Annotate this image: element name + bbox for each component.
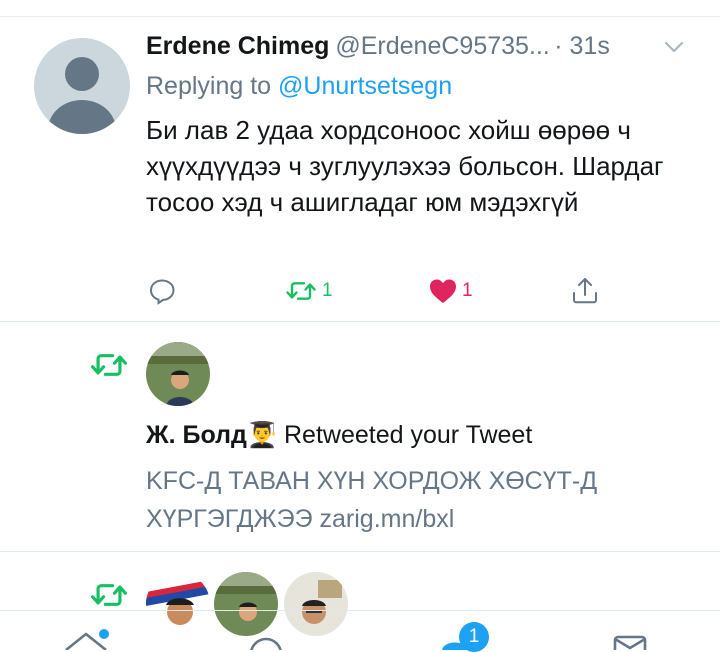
notification-divider xyxy=(0,551,720,552)
retweet-icon xyxy=(286,282,316,300)
retweeter-avatar[interactable] xyxy=(146,342,210,406)
chevron-down-icon[interactable] xyxy=(664,40,684,54)
heart-icon xyxy=(430,279,456,303)
reply-icon xyxy=(149,279,175,305)
retweet-icon xyxy=(91,584,127,606)
retweeter-avatar[interactable] xyxy=(214,572,278,636)
messages-icon[interactable] xyxy=(612,634,648,650)
tweet-divider xyxy=(0,321,720,322)
retweeter-name[interactable]: Ж. Болд👨‍🎓 xyxy=(146,421,278,449)
retweeted-tweet-text[interactable]: KFC-Д ТАВАН ХҮН ХОРДОЖ ХӨСҮТ-Д ХҮРГЭГДЖЭ… xyxy=(146,462,686,538)
tweet-text: Би лав 2 удаа хордсоноос хойш өөрөө ч хү… xyxy=(146,115,664,217)
share-icon xyxy=(573,278,597,304)
retweet-icon xyxy=(91,354,127,376)
retweeter-photo xyxy=(284,572,348,636)
replying-to-label: Replying to xyxy=(146,72,272,100)
like-button[interactable]: 1 xyxy=(428,276,473,306)
retweeter-photo xyxy=(146,342,210,406)
retweet-count: 1 xyxy=(322,280,333,301)
notification-badge: 1 xyxy=(459,622,489,652)
share-button[interactable] xyxy=(570,276,600,306)
top-divider xyxy=(0,16,720,17)
like-count: 1 xyxy=(462,280,473,301)
author-handle[interactable]: @ErdeneC95735... xyxy=(335,32,549,60)
notification-action: Retweeted your Tweet xyxy=(283,421,533,449)
notification-line: Ж. Болд👨‍🎓 Retweeted your Tweet xyxy=(146,421,532,450)
retweeter-avatar[interactable] xyxy=(284,572,348,636)
default-avatar-icon xyxy=(48,57,116,134)
retweeter-photo xyxy=(214,572,278,636)
home-icon[interactable] xyxy=(60,628,116,650)
bottom-nav-divider xyxy=(0,610,720,611)
retweeter-photo xyxy=(146,572,210,636)
tweet-time: · 31s xyxy=(554,32,610,60)
author-avatar[interactable] xyxy=(34,38,130,134)
tweet-header: Erdene Chimeg @ErdeneC95735... · 31s xyxy=(146,32,696,68)
reply-button[interactable] xyxy=(148,276,176,306)
replying-to: Replying to @Unurtsetsegn xyxy=(146,72,452,101)
reply-mention-link[interactable]: @Unurtsetsegn xyxy=(278,72,452,100)
search-icon[interactable] xyxy=(246,632,286,650)
retweeter-avatar[interactable] xyxy=(146,572,210,636)
retweet-button[interactable]: 1 xyxy=(284,276,333,306)
author-name[interactable]: Erdene Chimeg xyxy=(146,32,329,60)
